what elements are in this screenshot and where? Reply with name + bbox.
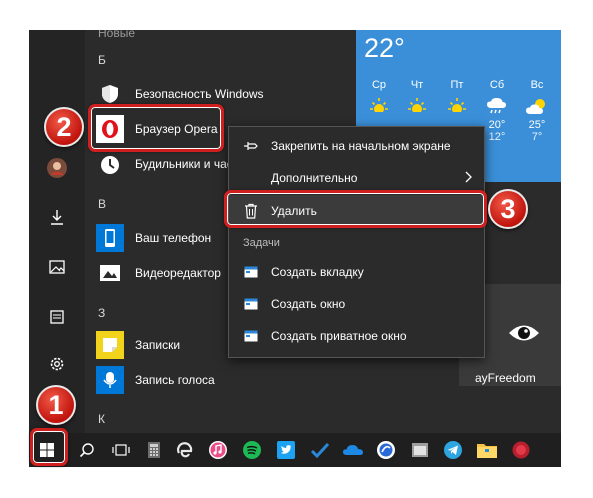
window-icon (243, 264, 259, 280)
onedrive-icon[interactable] (336, 433, 370, 467)
downloads-icon[interactable] (44, 204, 70, 230)
menu-item-label: Создать вкладку (271, 265, 364, 279)
settings-gear-icon[interactable] (44, 351, 70, 377)
weather-day: Ср (360, 79, 398, 119)
record-app-icon[interactable] (504, 433, 538, 467)
menu-item-label: Создать окно (271, 297, 346, 311)
folder-pin-icon[interactable] (403, 433, 437, 467)
app-label: Безопасность Windows (135, 87, 264, 101)
sticky-notes-icon (96, 331, 124, 359)
menu-item-new-tab[interactable]: Создать вкладку (229, 256, 486, 288)
telegram-icon[interactable] (436, 433, 470, 467)
weather-day: Вс 25° 7° (518, 79, 556, 143)
rain-icon (487, 97, 506, 114)
file-explorer-icon[interactable] (470, 433, 504, 467)
new-apps-label: Новые (98, 30, 136, 40)
app-label: Ваш телефон (135, 231, 212, 245)
group-letter-k[interactable]: К (98, 412, 105, 426)
partly-cloudy-icon (526, 99, 545, 114)
weather-day-name: Ср (371, 79, 387, 91)
app-label: Будильники и часы (135, 157, 242, 171)
step-badge-3: 3 (488, 189, 528, 229)
edge-icon[interactable] (168, 433, 202, 467)
menu-item-new-window[interactable]: Создать окно (229, 288, 486, 320)
menu-item-new-private-window[interactable]: Создать приватное окно (229, 320, 486, 352)
chevron-right-icon (464, 171, 472, 186)
highlight-start-button (30, 428, 68, 466)
pictures-icon[interactable] (44, 254, 70, 280)
weather-low: 7° (531, 131, 543, 143)
twitter-icon[interactable] (269, 433, 303, 467)
app-voice-recorder[interactable]: Запись голоса (96, 362, 351, 398)
tasks-header: Задачи (243, 237, 280, 249)
documents-icon[interactable] (44, 304, 70, 330)
sun-icon (368, 98, 390, 116)
weather-high: 25° (528, 119, 546, 131)
window-icon (243, 296, 259, 312)
app-label: Запись голоса (135, 373, 215, 387)
start-menu-rail (29, 30, 85, 433)
freedom-tile-label: ayFreedom (475, 371, 536, 385)
weather-day-name: Пт (450, 79, 464, 91)
sun-icon (406, 98, 428, 116)
weather-day: Пт (438, 79, 476, 119)
menu-item-label: Дополнительно (271, 171, 358, 185)
calculator-icon[interactable] (137, 433, 171, 467)
taskbar (29, 433, 561, 467)
itunes-icon[interactable] (201, 433, 235, 467)
group-letter-b[interactable]: Б (98, 53, 106, 67)
step-badge-2: 2 (44, 107, 84, 147)
sun-icon (446, 98, 468, 116)
group-letter-v[interactable]: В (98, 197, 106, 211)
todo-check-icon[interactable] (303, 433, 337, 467)
weather-day: Чт (398, 79, 436, 119)
menu-item-label: Закрепить на начальном экране (271, 139, 451, 153)
window-icon (243, 328, 259, 344)
microphone-icon (96, 366, 124, 394)
weather-temperature: 22° (364, 33, 405, 63)
eye-icon (507, 322, 541, 349)
video-editor-icon (96, 259, 124, 287)
menu-item-pin-to-start[interactable]: Закрепить на начальном экране (229, 130, 486, 162)
group-letter-z[interactable]: З (98, 306, 105, 320)
context-menu: Закрепить на начальном экране Дополнител… (228, 126, 486, 358)
search-icon[interactable] (70, 433, 104, 467)
menu-item-label: Создать приватное окно (271, 329, 407, 343)
app-label: Видеоредактор (135, 266, 221, 280)
spotify-icon[interactable] (235, 433, 269, 467)
highlight-uninstall-item (224, 190, 487, 228)
highlight-opera-app (88, 104, 224, 152)
phone-icon (96, 224, 124, 252)
step-badge-1: 1 (36, 385, 76, 425)
pin-icon (243, 138, 259, 154)
weather-day-name: Чт (410, 79, 424, 91)
task-view-icon[interactable] (104, 433, 138, 467)
user-avatar[interactable] (44, 155, 70, 181)
weather-day-name: Вс (530, 79, 544, 91)
weather-day-name: Сб (489, 79, 505, 91)
app-circle-icon[interactable] (369, 433, 403, 467)
alarm-clock-icon (96, 150, 124, 178)
app-label: Записки (135, 338, 181, 352)
